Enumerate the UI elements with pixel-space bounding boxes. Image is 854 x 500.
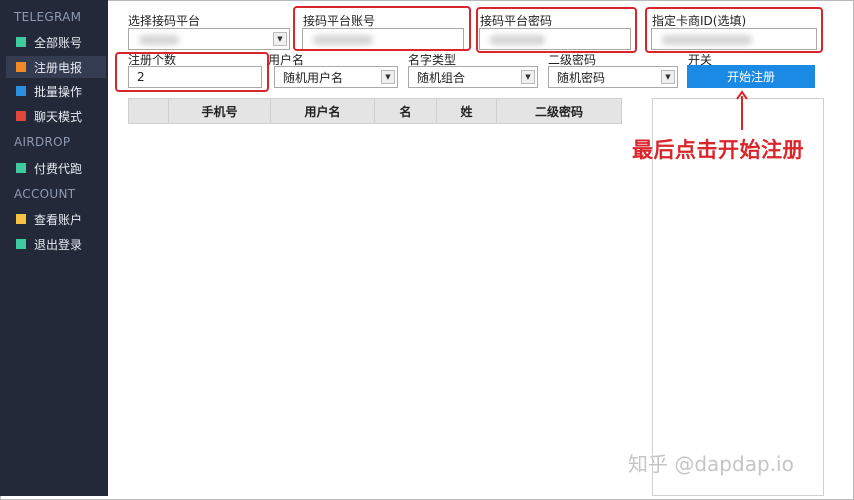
sidebar-item-label: 全部账号 — [34, 35, 83, 50]
column-header-last-name[interactable]: 姓 — [437, 99, 497, 123]
redacted-value — [139, 35, 179, 45]
nametype-value: 随机组合 — [417, 70, 466, 85]
section-title-telegram: TELEGRAM — [14, 10, 82, 24]
sidebar-item-label: 批量操作 — [34, 84, 83, 99]
column-header-select[interactable] — [129, 99, 169, 123]
nametype-select[interactable]: 随机组合 ▼ — [408, 66, 538, 88]
sidebar-item-paid-runs[interactable]: 付费代跑 — [6, 157, 106, 179]
sidebar: TELEGRAM 全部账号 注册电报 批量操作 聊天模式 AIRDROP 付费代… — [0, 0, 108, 496]
column-header-username[interactable]: 用户名 — [271, 99, 375, 123]
sidebar-item-label: 注册电报 — [34, 60, 83, 75]
chevron-down-icon: ▼ — [661, 70, 675, 84]
chevron-down-icon: ▼ — [521, 70, 535, 84]
arrow-up-icon — [736, 90, 748, 130]
column-header-twofa[interactable]: 二级密码 — [497, 99, 621, 123]
annotation-text: 最后点击开始注册 — [632, 138, 804, 162]
sidebar-item-view-account[interactable]: 查看账户 — [6, 208, 106, 230]
start-register-button[interactable]: 开始注册 — [687, 65, 815, 88]
sidebar-item-label: 付费代跑 — [34, 161, 83, 176]
sidebar-item-logout[interactable]: 退出登录 — [6, 233, 106, 255]
sidebar-item-label: 聊天模式 — [34, 109, 83, 124]
twofa-value: 随机密码 — [557, 70, 606, 85]
section-title-airdrop: AIRDROP — [14, 135, 71, 149]
section-title-account: ACCOUNT — [14, 187, 76, 201]
sidebar-item-label: 退出登录 — [34, 237, 83, 252]
sidebar-item-label: 查看账户 — [34, 212, 83, 227]
column-header-first-name[interactable]: 名 — [375, 99, 437, 123]
highlight-box-count — [115, 52, 269, 92]
square-icon — [16, 62, 26, 72]
sidebar-item-batch-operations[interactable]: 批量操作 — [6, 80, 106, 102]
highlight-box-account — [293, 6, 471, 51]
sidebar-item-register-telegram[interactable]: 注册电报 — [6, 56, 106, 78]
sidebar-item-chat-mode[interactable]: 聊天模式 — [6, 105, 106, 127]
chevron-down-icon: ▼ — [381, 70, 395, 84]
username-value: 随机用户名 — [283, 70, 344, 85]
square-icon — [16, 163, 26, 173]
chevron-down-icon: ▼ — [273, 32, 287, 46]
highlight-box-merchant — [645, 7, 823, 53]
watermark: 知乎 @dapdap.io — [628, 452, 794, 476]
platform-select[interactable]: ▼ — [128, 28, 290, 50]
square-icon — [16, 214, 26, 224]
highlight-box-password — [476, 7, 637, 53]
square-icon — [16, 37, 26, 47]
square-icon — [16, 111, 26, 121]
platform-label: 选择接码平台 — [128, 14, 201, 28]
username-select[interactable]: 随机用户名 ▼ — [274, 66, 398, 88]
square-icon — [16, 239, 26, 249]
sidebar-item-all-accounts[interactable]: 全部账号 — [6, 31, 106, 53]
twofa-select[interactable]: 随机密码 ▼ — [548, 66, 678, 88]
column-header-phone[interactable]: 手机号 — [169, 99, 271, 123]
square-icon — [16, 86, 26, 96]
table-header: 手机号 用户名 名 姓 二级密码 — [128, 98, 622, 124]
